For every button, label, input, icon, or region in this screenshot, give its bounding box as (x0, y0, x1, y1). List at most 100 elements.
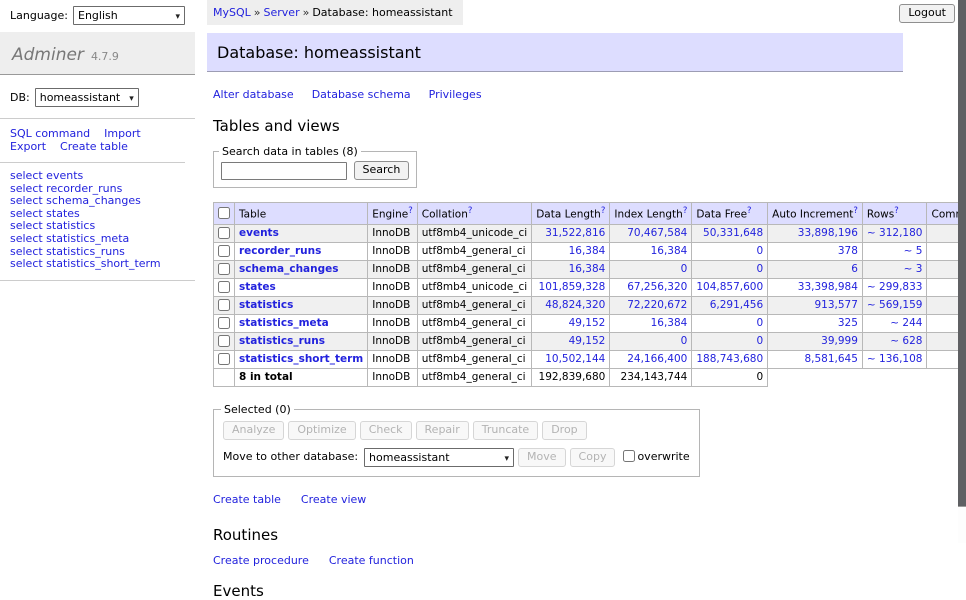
sidebar-select-table-link[interactable]: select statistics_short_term (10, 258, 195, 271)
rows-count-link[interactable]: ~ 299,833 (867, 281, 923, 293)
table-name-link[interactable]: statistics_meta (239, 317, 329, 329)
rows-count-link[interactable]: ~ 569,159 (867, 299, 923, 311)
column-header-label: Collation (422, 209, 468, 221)
row-checkbox[interactable] (218, 263, 230, 275)
selected-operation-button[interactable]: Repair (416, 421, 469, 440)
table-name-link[interactable]: states (239, 281, 276, 293)
breadcrumb-server-link[interactable]: Server (264, 6, 300, 19)
table-name-link[interactable]: statistics_runs (239, 335, 325, 347)
data-free-link[interactable]: 0 (756, 245, 763, 257)
rows-count-link[interactable]: ~ 244 (890, 317, 922, 329)
rows-count-link[interactable]: ~ 136,108 (867, 353, 923, 365)
search-button[interactable]: Search (354, 161, 410, 180)
selected-operation-button[interactable]: Check (360, 421, 412, 440)
language-select[interactable]: English▾ (73, 6, 185, 25)
column-help-link[interactable]: ? (894, 206, 899, 216)
move-button[interactable]: Move (518, 448, 566, 467)
db-select[interactable]: homeassistant▾ (35, 88, 139, 107)
database-action-link[interactable]: Privileges (429, 88, 482, 101)
column-help-link[interactable]: ? (747, 206, 752, 216)
selected-operation-button[interactable]: Drop (542, 421, 586, 440)
breadcrumb-mysql-link[interactable]: MySQL (213, 6, 251, 19)
data-length-link[interactable]: 16,384 (569, 263, 606, 275)
index-length-link[interactable]: 0 (681, 263, 688, 275)
rows-count-link[interactable]: ~ 3 (904, 263, 923, 275)
index-length-link[interactable]: 0 (681, 335, 688, 347)
selected-operation-button[interactable]: Truncate (473, 421, 538, 440)
data-length-link[interactable]: 31,522,816 (545, 227, 605, 239)
data-length-link[interactable]: 16,384 (569, 245, 606, 257)
create-link[interactable]: Create table (213, 493, 281, 506)
scrollbar-thumb[interactable] (958, 0, 966, 507)
auto-increment-link[interactable]: 378 (838, 245, 858, 257)
data-free-link[interactable]: 6,291,456 (710, 299, 763, 311)
sidebar-select-table-link[interactable]: select schema_changes (10, 195, 195, 208)
move-database-select[interactable]: homeassistant▾ (364, 448, 514, 467)
sidebar-select-table-link[interactable]: select statistics_meta (10, 233, 195, 246)
create-link[interactable]: Create view (301, 493, 366, 506)
row-checkbox[interactable] (218, 281, 230, 293)
table-name-link[interactable]: statistics_short_term (239, 353, 363, 365)
row-checkbox[interactable] (218, 299, 230, 311)
auto-increment-link[interactable]: 39,999 (821, 335, 858, 347)
data-length-link[interactable]: 48,824,320 (545, 299, 605, 311)
column-help-link[interactable]: ? (853, 206, 858, 216)
data-free-link[interactable]: 0 (756, 317, 763, 329)
index-length-link[interactable]: 16,384 (651, 245, 688, 257)
data-length-link[interactable]: 101,859,328 (539, 281, 606, 293)
index-length-link[interactable]: 16,384 (651, 317, 688, 329)
index-length-link[interactable]: 72,220,672 (627, 299, 687, 311)
table-name-link[interactable]: schema_changes (239, 263, 339, 275)
cell-index-length: 24,166,400 (610, 350, 692, 368)
rows-count-link[interactable]: ~ 628 (890, 335, 922, 347)
data-length-link[interactable]: 49,152 (569, 317, 606, 329)
rows-count-link[interactable]: ~ 312,180 (867, 227, 923, 239)
routine-link[interactable]: Create function (329, 554, 414, 567)
table-name-link[interactable]: statistics (239, 299, 293, 311)
row-checkbox[interactable] (218, 317, 230, 329)
sidebar-action-link[interactable]: SQL command (10, 127, 90, 140)
copy-button[interactable]: Copy (570, 448, 616, 467)
data-free-link[interactable]: 0 (756, 335, 763, 347)
auto-increment-link[interactable]: 325 (838, 317, 858, 329)
column-help-link[interactable]: ? (408, 206, 413, 216)
routine-link[interactable]: Create procedure (213, 554, 309, 567)
database-action-link[interactable]: Database schema (312, 88, 411, 101)
cell-engine: InnoDB (368, 314, 418, 332)
row-checkbox[interactable] (218, 335, 230, 347)
table-name-link[interactable]: recorder_runs (239, 245, 321, 257)
sidebar-action-link[interactable]: Import (104, 127, 141, 140)
data-free-link[interactable]: 104,857,600 (696, 281, 763, 293)
column-help-link[interactable]: ? (601, 206, 606, 216)
index-length-link[interactable]: 70,467,584 (627, 227, 687, 239)
selected-operation-button[interactable]: Analyze (223, 421, 284, 440)
row-checkbox[interactable] (218, 353, 230, 365)
data-free-link[interactable]: 0 (756, 263, 763, 275)
table-name-link[interactable]: events (239, 227, 279, 239)
data-free-link[interactable]: 188,743,680 (696, 353, 763, 365)
auto-increment-link[interactable]: 6 (851, 263, 858, 275)
row-checkbox[interactable] (218, 245, 230, 257)
auto-increment-link[interactable]: 33,398,984 (798, 281, 858, 293)
data-length-link[interactable]: 49,152 (569, 335, 606, 347)
auto-increment-link[interactable]: 33,898,196 (798, 227, 858, 239)
sidebar-action-link[interactable]: Create table (60, 140, 128, 153)
database-action-link[interactable]: Alter database (213, 88, 294, 101)
select-all-checkbox[interactable] (218, 207, 230, 219)
rows-count-link[interactable]: ~ 5 (904, 245, 923, 257)
app-name[interactable]: Adminer (12, 45, 84, 65)
row-checkbox[interactable] (218, 227, 230, 239)
data-length-link[interactable]: 10,502,144 (545, 353, 605, 365)
auto-increment-link[interactable]: 913,577 (815, 299, 858, 311)
overwrite-checkbox[interactable] (623, 450, 635, 462)
index-length-link[interactable]: 24,166,400 (627, 353, 687, 365)
sidebar-action-link[interactable]: Export (10, 140, 46, 153)
column-help-link[interactable]: ? (468, 206, 473, 216)
search-input[interactable] (221, 162, 347, 180)
auto-increment-link[interactable]: 8,581,645 (804, 353, 857, 365)
column-help-link[interactable]: ? (683, 206, 688, 216)
index-length-link[interactable]: 67,256,320 (627, 281, 687, 293)
data-free-link[interactable]: 50,331,648 (703, 227, 763, 239)
selected-operation-button[interactable]: Optimize (288, 421, 355, 440)
sidebar-select-table-link[interactable]: select events (10, 170, 195, 183)
